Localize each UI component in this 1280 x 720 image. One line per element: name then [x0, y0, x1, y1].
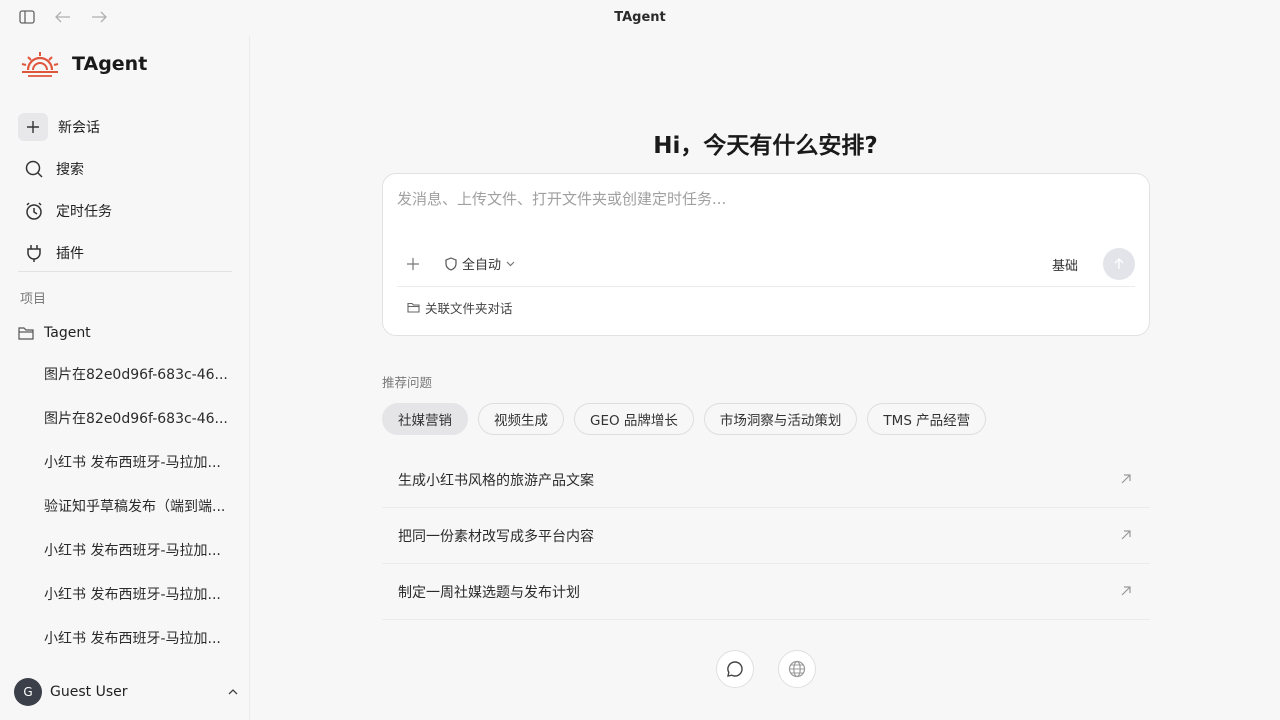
title-bar: TAgent: [0, 0, 1280, 36]
folder-icon: [18, 326, 34, 340]
search-icon: [22, 157, 46, 181]
greeting-title: Hi，今天有什么安排?: [653, 133, 878, 159]
sidebar: TAgent 新会话 搜索 定时任务 插件 项目 Tagent 图片在82e0d…: [0, 36, 250, 720]
avatar: G: [14, 678, 42, 706]
folder-icon: [407, 302, 420, 313]
globe-button[interactable]: [778, 650, 816, 688]
scheduled-tasks-nav-item[interactable]: 定时任务: [18, 190, 232, 232]
suggestion-text: 制定一周社媒选题与发布计划: [398, 584, 580, 601]
composer-divider: [397, 286, 1135, 287]
category-chips: 社媒营销 视频生成 GEO 品牌增长 市场洞察与活动策划 TMS 产品经营: [382, 403, 987, 435]
user-name: Guest User: [50, 684, 128, 700]
shield-icon: [445, 256, 457, 271]
plugins-nav-item[interactable]: 插件: [18, 232, 232, 274]
suggestion-text: 生成小红书风格的旅游产品文案: [398, 472, 594, 489]
chip-market-insight[interactable]: 市场洞察与活动策划: [703, 403, 858, 435]
suggestion-text: 把同一份素材改写成多平台内容: [398, 528, 594, 545]
sidebar-nav: 新会话 搜索 定时任务 插件: [18, 106, 232, 274]
conversation-item[interactable]: 小红书 发布西班牙-马拉加...: [44, 572, 230, 616]
user-menu[interactable]: G Guest User: [14, 678, 238, 706]
sidebar-divider: [18, 271, 232, 272]
suggestion-item[interactable]: 把同一份素材改写成多平台内容: [382, 508, 1150, 564]
sunrise-logo-icon: [21, 52, 59, 77]
chip-geo-brand-growth[interactable]: GEO 品牌增长: [574, 403, 694, 435]
main-panel: Hi，今天有什么安排? 全自动 基础 关联文件夹对话: [251, 36, 1280, 720]
new-chat-label: 新会话: [58, 120, 100, 136]
conversation-list: 图片在82e0d96f-683c-46... 图片在82e0d96f-683c-…: [44, 352, 230, 660]
recommended-label: 推荐问题: [382, 375, 433, 390]
chat-bubble-button[interactable]: [716, 650, 754, 688]
arrow-up-right-icon: [1120, 529, 1134, 543]
chip-tms-product[interactable]: TMS 产品经营: [867, 403, 987, 435]
plug-icon: [22, 241, 46, 265]
mode-label: 全自动: [462, 258, 502, 273]
projects-section-label: 项目: [20, 292, 47, 307]
scheduled-tasks-label: 定时任务: [56, 204, 112, 220]
alarm-clock-icon: [22, 199, 46, 223]
new-chat-button[interactable]: 新会话: [18, 106, 232, 148]
conversation-item[interactable]: 小红书 发布西班牙-马拉加...: [44, 440, 230, 484]
plus-icon: [18, 113, 48, 141]
bottom-actions: [716, 650, 816, 688]
link-folder-label: 关联文件夹对话: [425, 301, 513, 316]
conversation-item[interactable]: 小红书 发布西班牙-马拉加...: [44, 616, 230, 660]
arrow-up-right-icon: [1120, 473, 1134, 487]
chip-video-generation[interactable]: 视频生成: [478, 403, 564, 435]
mode-selector[interactable]: 全自动: [445, 254, 515, 273]
suggestion-item[interactable]: 生成小红书风格的旅游产品文案: [382, 452, 1150, 508]
window-title: TAgent: [614, 10, 666, 25]
brand[interactable]: TAgent: [20, 50, 147, 78]
send-button[interactable]: [1103, 248, 1135, 280]
chip-social-marketing[interactable]: 社媒营销: [382, 403, 468, 435]
chat-bubble-icon: [726, 660, 744, 678]
composer: 全自动 基础 关联文件夹对话: [382, 173, 1150, 336]
search-label: 搜索: [56, 162, 84, 178]
message-input[interactable]: [397, 190, 1127, 208]
arrow-up-right-icon: [1120, 585, 1134, 599]
search-nav-item[interactable]: 搜索: [18, 148, 232, 190]
plugins-label: 插件: [56, 246, 84, 262]
chevron-down-icon: [506, 261, 515, 267]
conversation-item[interactable]: 图片在82e0d96f-683c-46...: [44, 352, 230, 396]
chevron-up-icon: [228, 689, 238, 695]
arrow-up-icon: [1113, 258, 1125, 270]
model-level-button[interactable]: 基础: [1052, 255, 1078, 274]
project-item-tagent[interactable]: Tagent: [18, 319, 232, 347]
globe-icon: [788, 660, 806, 678]
link-folder-button[interactable]: 关联文件夹对话: [407, 298, 513, 317]
conversation-item[interactable]: 小红书 发布西班牙-马拉加...: [44, 528, 230, 572]
brand-name: TAgent: [72, 53, 148, 75]
conversation-item[interactable]: 图片在82e0d96f-683c-46...: [44, 396, 230, 440]
suggestion-list: 生成小红书风格的旅游产品文案 把同一份素材改写成多平台内容 制定一周社媒选题与发…: [382, 452, 1150, 620]
suggestion-item[interactable]: 制定一周社媒选题与发布计划: [382, 564, 1150, 620]
attach-plus-button[interactable]: [403, 254, 423, 274]
project-name: Tagent: [44, 325, 91, 341]
conversation-item[interactable]: 验证知乎草稿发布（端到端...: [44, 484, 230, 528]
